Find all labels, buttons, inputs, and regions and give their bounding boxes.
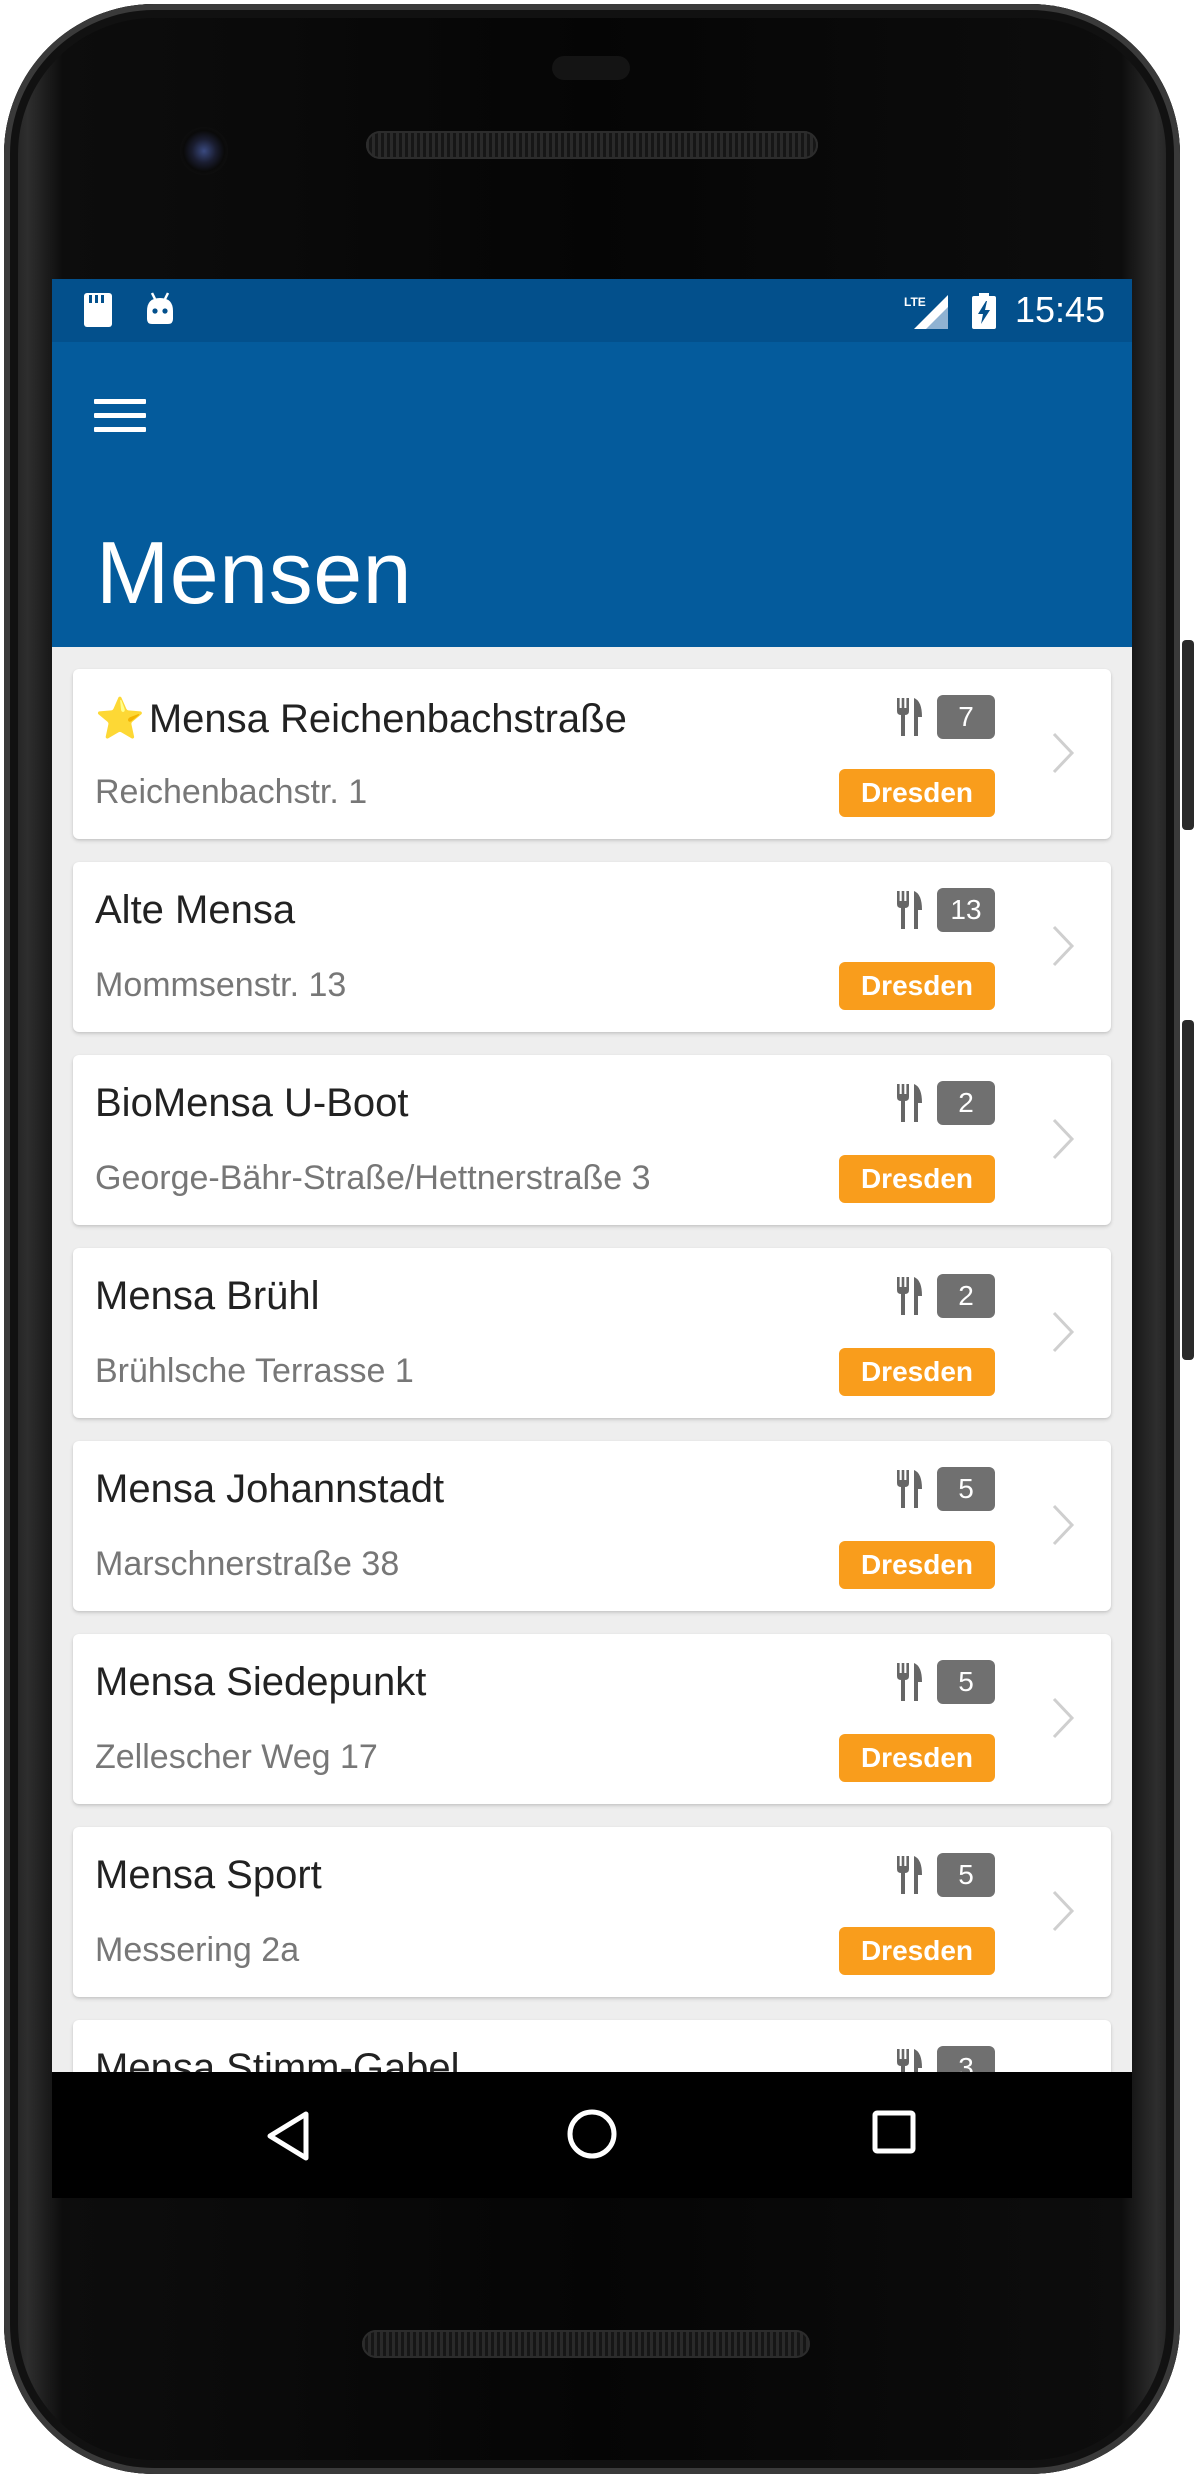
mensa-card[interactable]: ⭐ Mensa Reichenbachstraße Reichenbachstr. … bbox=[73, 669, 1111, 839]
front-camera bbox=[180, 127, 228, 175]
screen: LTE 15:45 Mensen ⭐ Mensa Reichenbachstraß… bbox=[52, 279, 1132, 2072]
meal-count-badge: 2 bbox=[937, 1274, 995, 1318]
mensa-name: ⭐ Mensa Reichenbachstraße bbox=[95, 695, 627, 742]
meal-count-badge: 5 bbox=[937, 1467, 995, 1511]
fork-knife-icon bbox=[897, 2049, 922, 2072]
recents-square-icon[interactable] bbox=[870, 2108, 918, 2156]
mensa-name: Mensa Siedepunkt bbox=[95, 1660, 426, 1705]
chevron-right-icon bbox=[1052, 1504, 1075, 1546]
bottom-speaker bbox=[362, 2330, 810, 2358]
chevron-right-icon bbox=[1052, 1118, 1075, 1160]
city-badge: Dresden bbox=[838, 1734, 995, 1782]
city-badge: Dresden bbox=[838, 1541, 995, 1589]
mensa-name-label: Mensa Brühl bbox=[95, 1274, 320, 1318]
fork-knife-icon bbox=[897, 1663, 922, 1701]
mensa-address: Mommsenstr. 13 bbox=[95, 966, 347, 1004]
meal-count: 2 bbox=[895, 1274, 995, 1318]
meal-count-badge: 2 bbox=[937, 1081, 995, 1125]
meal-count-badge: 5 bbox=[937, 1660, 995, 1704]
volume-button bbox=[1182, 1020, 1194, 1360]
hamburger-menu-icon[interactable] bbox=[94, 387, 150, 443]
mensa-name: Mensa Sport bbox=[95, 1853, 322, 1898]
lte-signal-icon: LTE bbox=[904, 295, 948, 329]
home-circle-icon[interactable] bbox=[564, 2106, 620, 2162]
fork-knife-icon bbox=[897, 698, 922, 736]
fork-knife-icon bbox=[897, 1277, 922, 1315]
mensa-name: Mensa Johannstadt bbox=[95, 1467, 444, 1512]
mensa-card[interactable]: Mensa Johannstadt Marschnerstraße 38 5 Dres… bbox=[73, 1441, 1111, 1611]
fork-knife-icon bbox=[897, 1856, 922, 1894]
mensa-address: Messering 2a bbox=[95, 1931, 300, 1969]
meal-count: 5 bbox=[895, 1467, 995, 1511]
mensa-card[interactable]: Mensa Sport Messering 2a 5 Dresden bbox=[73, 1827, 1111, 1997]
fork-knife-icon bbox=[897, 891, 922, 929]
mensa-address: George-Bähr-Straße/Hettnerstraße 3 bbox=[95, 1159, 651, 1197]
chevron-right-icon bbox=[1052, 1890, 1075, 1932]
mensa-name-label: Mensa Stimm-Gabel bbox=[95, 2046, 460, 2072]
mensa-address: Marschnerstraße 38 bbox=[95, 1545, 400, 1583]
earpiece-speaker bbox=[366, 131, 818, 159]
mensa-card[interactable]: Mensa Stimm-Gabel3Dresden bbox=[73, 2020, 1111, 2072]
fork-knife-icon bbox=[897, 1084, 922, 1122]
mensa-name: BioMensa U-Boot bbox=[95, 1081, 408, 1126]
navigation-bar bbox=[52, 2072, 1132, 2198]
mensa-name: Mensa Brühl bbox=[95, 1274, 320, 1319]
power-button bbox=[1182, 640, 1194, 830]
meal-count: 5 bbox=[895, 1853, 995, 1897]
app-bar: Mensen bbox=[52, 342, 1132, 647]
fork-knife-icon bbox=[897, 1470, 922, 1508]
meal-count-badge: 13 bbox=[937, 888, 995, 932]
mensa-card[interactable]: BioMensa U-Boot George-Bähr-Straße/Hettne… bbox=[73, 1055, 1111, 1225]
mensa-list[interactable]: ⭐ Mensa Reichenbachstraße Reichenbachstr. … bbox=[52, 647, 1132, 2072]
mensa-name-label: Mensa Siedepunkt bbox=[95, 1660, 427, 1704]
meal-count-badge: 3 bbox=[937, 2046, 995, 2072]
battery-charging-icon bbox=[972, 293, 996, 329]
city-badge: Dresden bbox=[838, 1348, 995, 1396]
meal-count: 13 bbox=[895, 888, 995, 932]
chevron-right-icon bbox=[1052, 925, 1075, 967]
mensa-name: Mensa Stimm-Gabel bbox=[95, 2046, 460, 2072]
city-badge: Dresden bbox=[838, 769, 995, 817]
sd-card-icon bbox=[84, 293, 112, 327]
mensa-name-label: BioMensa U-Boot bbox=[95, 1081, 409, 1125]
meal-count-badge: 7 bbox=[937, 695, 995, 739]
proximity-sensor bbox=[552, 56, 630, 80]
favorite-star-icon: ⭐ bbox=[95, 697, 145, 741]
mensa-name-label: Mensa Reichenbachstraße bbox=[148, 697, 627, 741]
chevron-right-icon bbox=[1052, 732, 1075, 774]
chevron-right-icon bbox=[1052, 1311, 1075, 1353]
mensa-card[interactable]: Mensa Siedepunkt Zellescher Weg 17 5 Dresde… bbox=[73, 1634, 1111, 1804]
meal-count: 5 bbox=[895, 1660, 995, 1704]
mensa-address: Reichenbachstr. 1 bbox=[95, 773, 368, 811]
mensa-name-label: Mensa Sport bbox=[95, 1853, 322, 1897]
city-badge: Dresden bbox=[838, 962, 995, 1010]
meal-count: 2 bbox=[895, 1081, 995, 1125]
clock: 15:45 bbox=[1015, 289, 1106, 330]
mensa-name-label: Alte Mensa bbox=[95, 888, 296, 932]
mensa-address: Brühlsche Terrasse 1 bbox=[95, 1352, 414, 1390]
meal-count: 3 bbox=[895, 2046, 995, 2072]
meal-count-badge: 5 bbox=[937, 1853, 995, 1897]
phone-frame: LTE 15:45 Mensen ⭐ Mensa Reichenbachstraß… bbox=[0, 0, 1194, 2480]
city-badge: Dresden bbox=[838, 1155, 995, 1203]
mensa-card[interactable]: Mensa Brühl Brühlsche Terrasse 1 2 Dresden bbox=[73, 1248, 1111, 1418]
back-triangle-icon[interactable] bbox=[262, 2108, 318, 2164]
status-bar: LTE 15:45 bbox=[52, 279, 1132, 342]
mensa-card[interactable]: Alte Mensa Mommsenstr. 13 13 Dresden bbox=[73, 862, 1111, 1032]
mensa-name-label: Mensa Johannstadt bbox=[95, 1467, 445, 1511]
chevron-right-icon bbox=[1052, 1697, 1075, 1739]
lte-label: LTE bbox=[904, 295, 926, 309]
city-badge: Dresden bbox=[838, 1927, 995, 1975]
mensa-address: Zellescher Weg 17 bbox=[95, 1738, 378, 1776]
android-debug-icon bbox=[147, 292, 173, 324]
page-title: Mensen bbox=[96, 523, 413, 622]
meal-count: 7 bbox=[895, 695, 995, 739]
mensa-name: Alte Mensa bbox=[95, 888, 295, 933]
